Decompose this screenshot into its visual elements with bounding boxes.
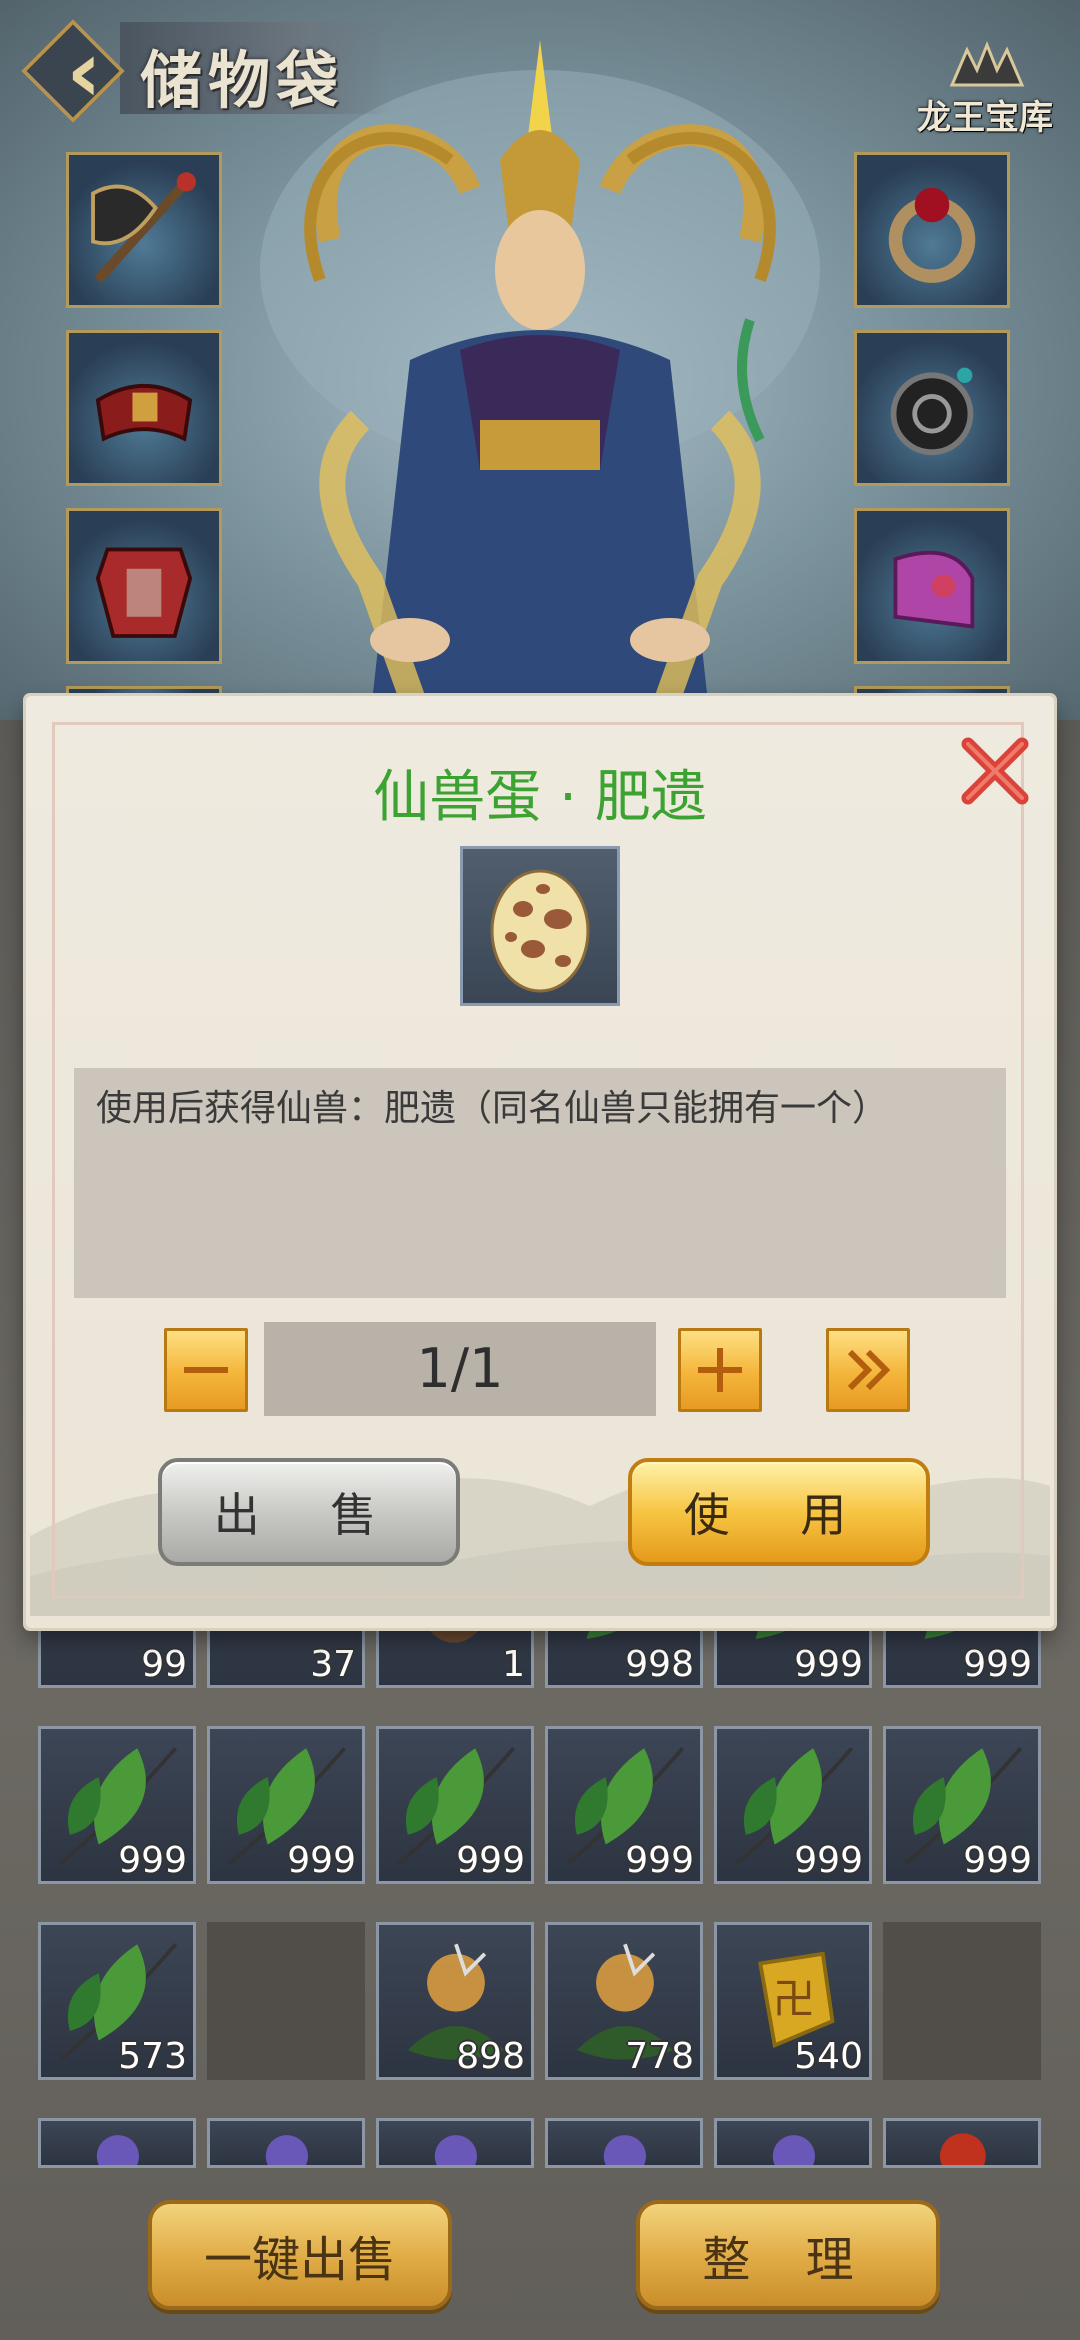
page-title: 储物袋 (140, 44, 345, 117)
sell-all-button[interactable]: 一键出售 (148, 2200, 452, 2310)
equip-slot-armor[interactable] (66, 508, 222, 664)
back-arrow-icon[interactable]: ‹ (34, 22, 134, 122)
equip-slot-amulet[interactable] (854, 330, 1010, 486)
inventory-slot[interactable]: 898 (376, 1922, 534, 2080)
item-count: 573 (118, 2036, 187, 2077)
inventory-slot[interactable]: 778 (545, 1922, 703, 2080)
item-count: 540 (794, 2036, 863, 2077)
inventory-slot[interactable]: 999 (207, 1726, 365, 1884)
inventory-slot[interactable]: 999 (376, 1726, 534, 1884)
inventory-slot[interactable] (714, 2118, 872, 2168)
inventory-slot[interactable] (376, 2118, 534, 2168)
spotted-egg-icon (490, 869, 590, 993)
dragon-king-treasury-button[interactable]: 龙王宝库 (905, 40, 1065, 140)
sell-button[interactable]: 出 售 (158, 1458, 460, 1566)
close-icon[interactable] (954, 730, 1036, 812)
item-count: 999 (287, 1840, 356, 1881)
description-box: 使用后获得仙兽：肥遗（同名仙兽只能拥有一个） (74, 1068, 1006, 1298)
inventory-slot[interactable]: 999 (714, 1726, 872, 1884)
item-count: 999 (794, 1644, 863, 1685)
item-count: 37 (310, 1644, 356, 1685)
item-count: 778 (625, 2036, 694, 2077)
equip-slot-ring[interactable] (854, 152, 1010, 308)
red-flower-icon (940, 2133, 986, 2165)
purple-flower-icon (772, 2135, 815, 2165)
amulet-icon (890, 367, 974, 456)
item-count: 999 (963, 1840, 1032, 1881)
inventory-slot[interactable]: 999 (883, 1726, 1041, 1884)
double-chevron-right-icon (847, 1349, 891, 1391)
quantity-display[interactable]: 1/1 (264, 1322, 656, 1416)
increase-button[interactable] (678, 1328, 762, 1412)
max-quantity-button[interactable] (826, 1328, 910, 1412)
item-detail-dialog: 仙兽蛋 · 肥遗 使用后获得仙兽：肥遗（同名仙兽只能拥有一个） 1/1 出 售 … (26, 696, 1054, 1628)
ring-icon (888, 187, 976, 283)
axe-icon (91, 172, 196, 284)
inventory-slot-empty[interactable] (883, 1922, 1041, 2080)
use-button[interactable]: 使 用 (628, 1458, 930, 1566)
plus-icon (698, 1348, 742, 1392)
item-count: 1 (502, 1644, 525, 1685)
item-icon-frame (460, 846, 620, 1006)
item-count: 898 (456, 2036, 525, 2077)
inventory-slot[interactable] (207, 2118, 365, 2168)
item-count: 999 (118, 1840, 187, 1881)
inventory-slot[interactable]: 999 (545, 1726, 703, 1884)
dragon-emblem-icon (949, 40, 1025, 87)
purple-flower-icon (434, 2135, 477, 2165)
equip-slot-weapon[interactable] (66, 152, 222, 308)
treasury-label: 龙王宝库 (917, 98, 1053, 138)
item-count: 998 (625, 1644, 694, 1685)
item-count: 999 (456, 1840, 525, 1881)
belt-icon (95, 384, 193, 442)
minus-icon (184, 1367, 228, 1373)
inventory-slot[interactable] (38, 2118, 196, 2168)
item-count: 999 (963, 1644, 1032, 1685)
character-portrait (260, 40, 820, 720)
purple-flower-icon (96, 2135, 139, 2165)
svg-text:卍: 卍 (773, 1975, 815, 2024)
item-count: 99 (141, 1644, 187, 1685)
decrease-button[interactable] (164, 1328, 248, 1412)
inventory-slot[interactable]: 999 (38, 1726, 196, 1884)
inventory-slot[interactable] (883, 2118, 1041, 2168)
item-count: 999 (625, 1840, 694, 1881)
inventory-slot[interactable] (545, 2118, 703, 2168)
inventory-slot-empty[interactable] (207, 1922, 365, 2080)
item-count: 999 (794, 1840, 863, 1881)
purple-flower-icon (265, 2135, 308, 2165)
sort-button[interactable]: 整 理 (636, 2200, 940, 2310)
inventory-slot[interactable]: 卍 540 (714, 1922, 872, 2080)
equip-slot-boots[interactable] (854, 508, 1010, 664)
item-description: 使用后获得仙兽：肥遗（同名仙兽只能拥有一个） (96, 1088, 889, 1129)
inventory-slot[interactable]: 573 (38, 1922, 196, 2080)
boots-icon (893, 550, 975, 629)
item-name: 仙兽蛋 · 肥遗 (373, 765, 707, 830)
equip-slot-belt[interactable] (66, 330, 222, 486)
purple-flower-icon (603, 2135, 646, 2165)
armor-icon (95, 547, 193, 638)
